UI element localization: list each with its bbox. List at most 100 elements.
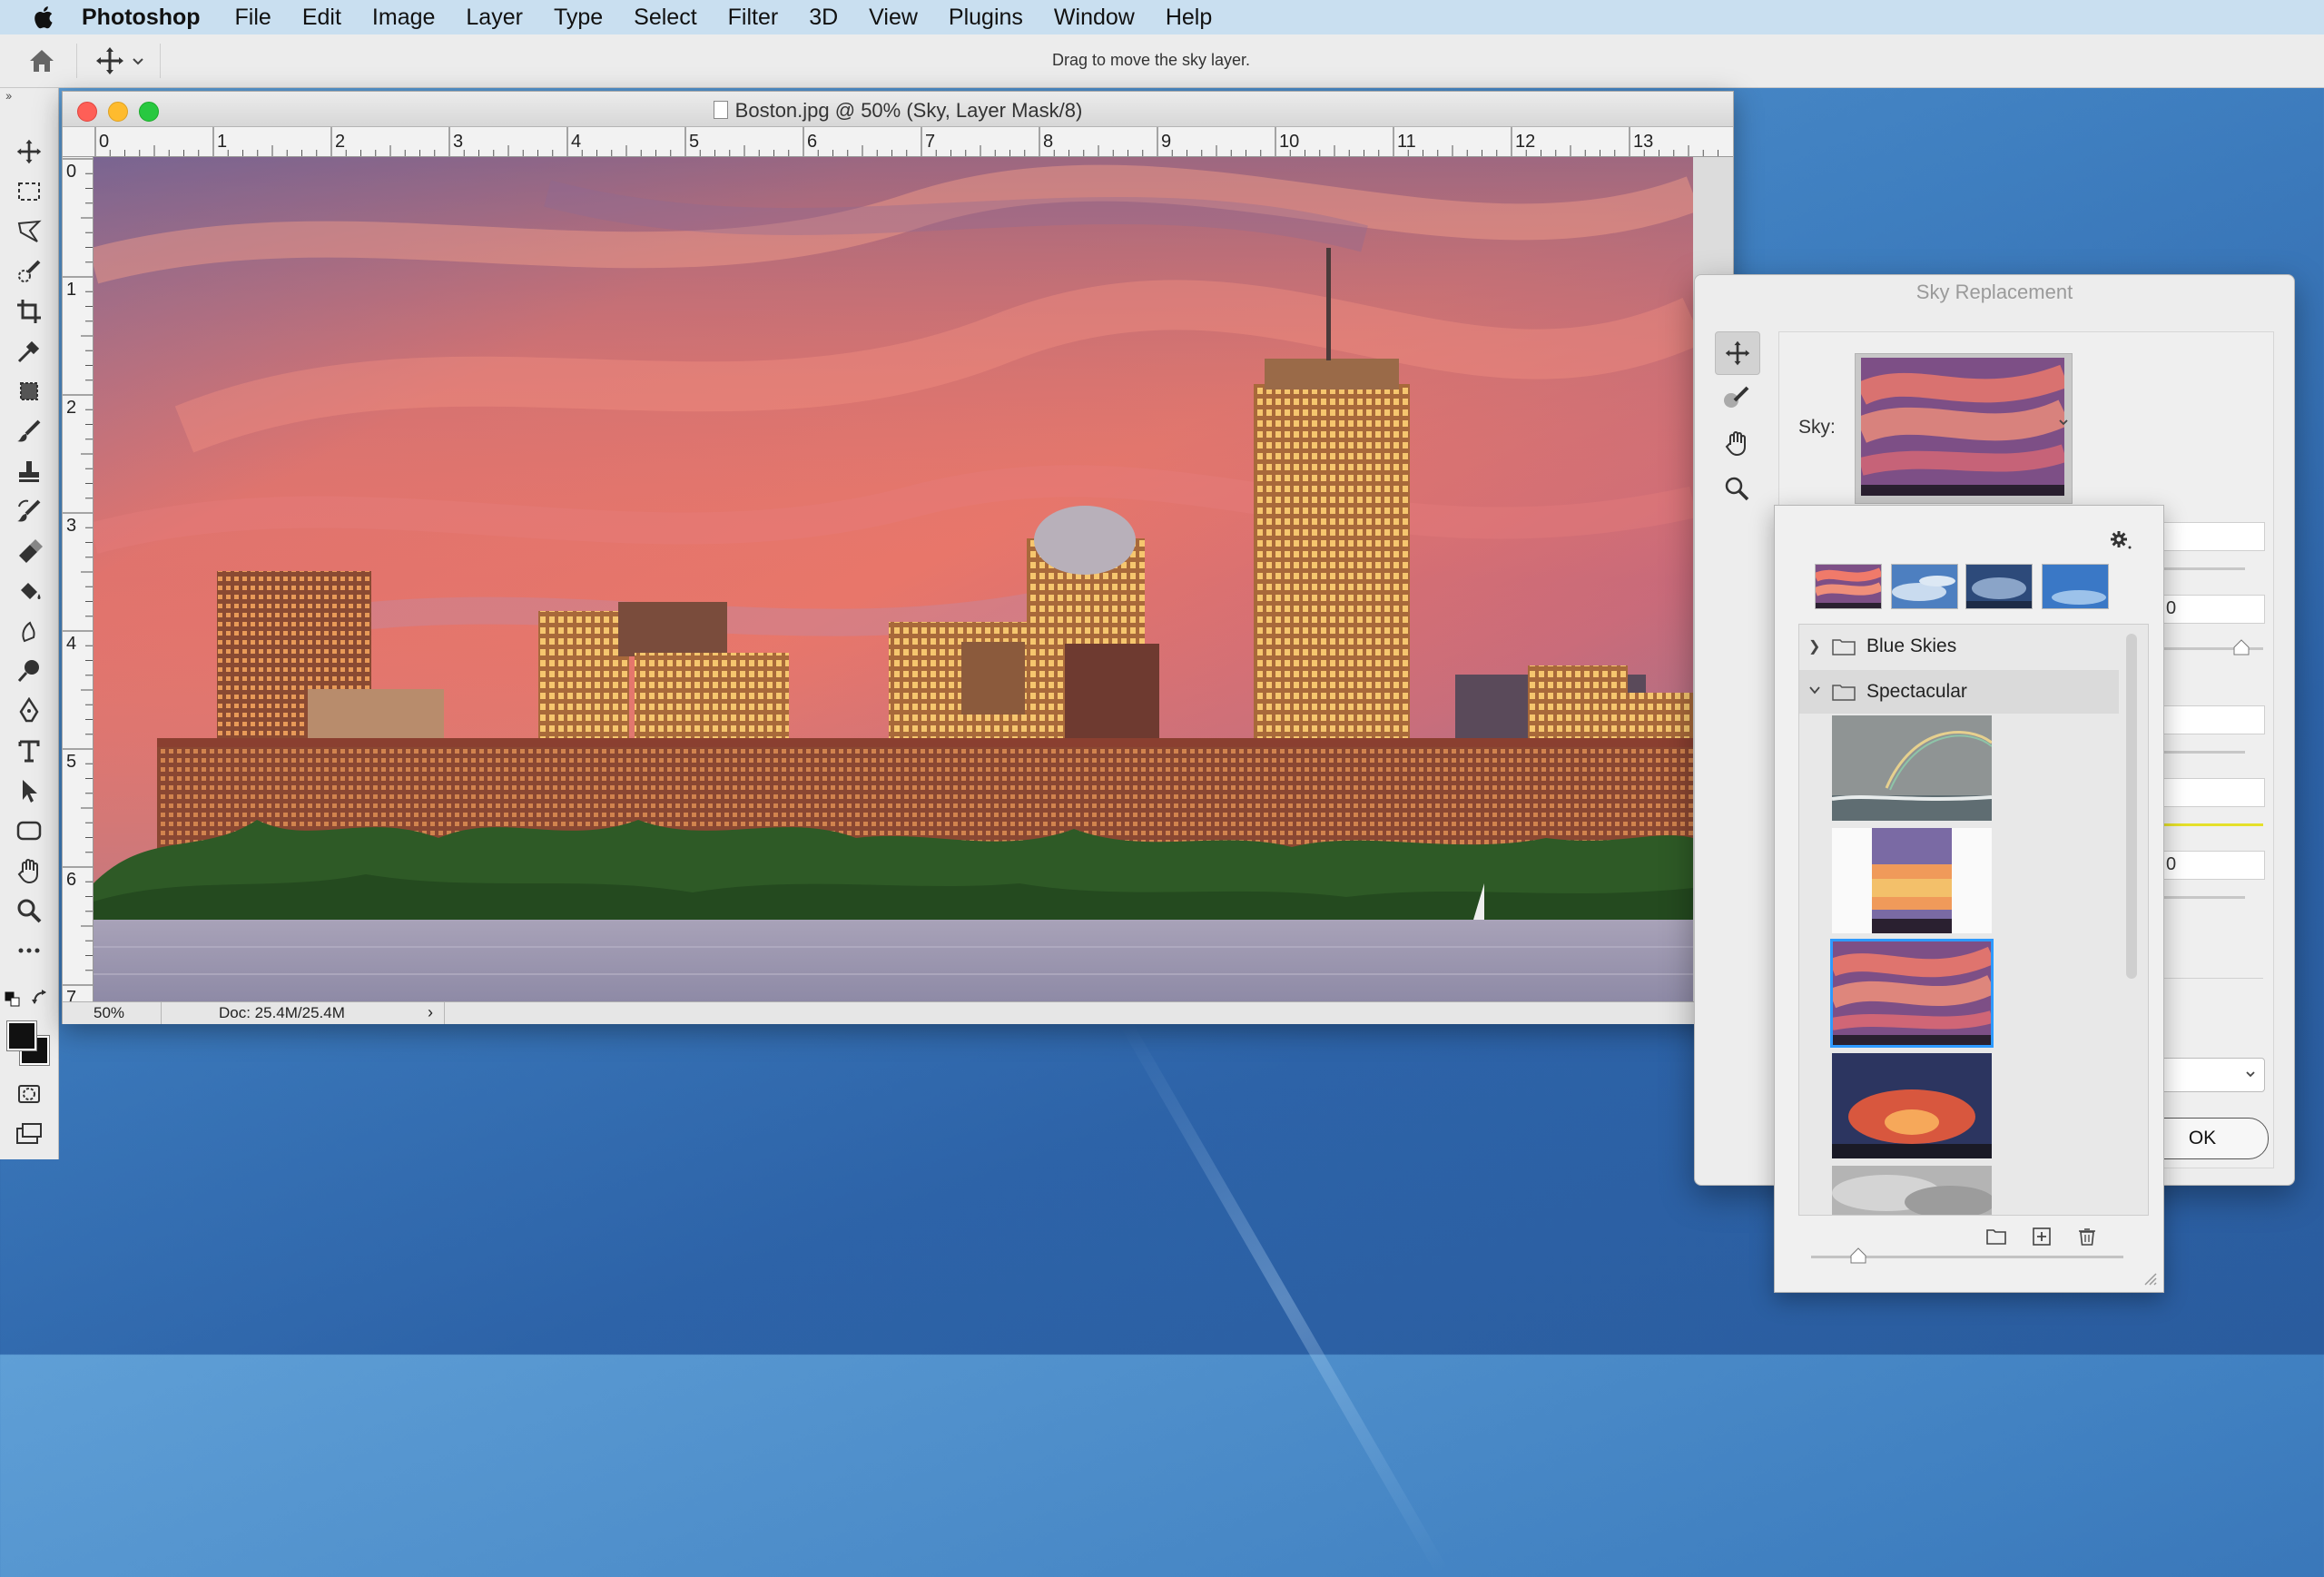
chevron-down-icon[interactable] xyxy=(1808,684,1825,701)
setting-field[interactable]: 0 xyxy=(2163,851,2265,880)
pen-tool-icon[interactable] xyxy=(13,695,45,727)
scrollbar[interactable] xyxy=(2126,634,2137,979)
recent-skies xyxy=(1815,562,2120,611)
sky-move-tool-icon[interactable] xyxy=(1715,331,1760,375)
setting-slider[interactable] xyxy=(2163,567,2245,570)
ruler-label: 3 xyxy=(66,516,76,536)
brush-tool-icon[interactable] xyxy=(13,415,45,448)
type-tool-icon[interactable] xyxy=(13,734,45,767)
default-colors-icon[interactable] xyxy=(4,991,22,1009)
menu-file[interactable]: File xyxy=(235,5,271,31)
menu-help[interactable]: Help xyxy=(1166,5,1212,31)
sky-preset-picker[interactable] xyxy=(1855,353,2073,504)
document-titlebar[interactable]: Boston.jpg @ 50% (Sky, Layer Mask/8) xyxy=(63,92,1733,127)
ruler-vertical[interactable]: 0 1 2 3 4 5 6 7 xyxy=(63,157,94,1001)
status-bar: 50% Doc: 25.4M/25.4M › xyxy=(63,1001,1733,1024)
quick-mask-icon[interactable] xyxy=(13,1078,45,1110)
smudge-tool-icon[interactable] xyxy=(13,615,45,647)
sky-presets-popup: ❯ Blue Skies Spectacular xyxy=(1774,505,2164,1293)
sky-thumb-selected[interactable] xyxy=(1830,939,1994,1048)
menu-app-name[interactable]: Photoshop xyxy=(82,5,201,31)
eyedropper-tool-icon[interactable] xyxy=(13,335,45,368)
recent-sky-thumb[interactable] xyxy=(1965,564,2033,609)
setting-slider[interactable] xyxy=(2163,751,2245,754)
image-canvas[interactable] xyxy=(94,157,1693,1001)
menu-filter[interactable]: Filter xyxy=(728,5,779,31)
menu-view[interactable]: View xyxy=(869,5,918,31)
setting-field[interactable] xyxy=(2163,522,2265,551)
ruler-label: 6 xyxy=(66,870,76,890)
menu-window[interactable]: Window xyxy=(1054,5,1135,31)
path-selection-tool-icon[interactable] xyxy=(13,774,45,807)
sky-thumb-cloudy[interactable] xyxy=(1832,1166,1992,1215)
setting-slider[interactable] xyxy=(2163,823,2263,826)
hand-tool-icon[interactable] xyxy=(13,854,45,887)
field-value: 0 xyxy=(2166,854,2177,874)
divider xyxy=(444,1002,445,1024)
slider-knob-icon[interactable] xyxy=(1849,1247,1867,1265)
foreground-color-swatch[interactable] xyxy=(6,1020,37,1051)
recent-sky-thumb[interactable] xyxy=(1815,564,1882,609)
menu-layer[interactable]: Layer xyxy=(466,5,523,31)
sky-thumb-fiery[interactable] xyxy=(1832,1053,1992,1158)
shape-tool-icon[interactable] xyxy=(13,814,45,847)
menu-type[interactable]: Type xyxy=(554,5,603,31)
lasso-tool-icon[interactable] xyxy=(13,215,45,248)
dodge-tool-icon[interactable] xyxy=(13,655,45,687)
zoom-level[interactable]: 50% xyxy=(94,1004,124,1022)
frame-tool-icon[interactable] xyxy=(13,375,45,408)
sky-preset-list[interactable]: ❯ Blue Skies Spectacular xyxy=(1798,624,2149,1216)
more-tools-icon[interactable] xyxy=(13,934,45,967)
chevron-right-icon[interactable]: ❯ xyxy=(1808,637,1825,655)
apple-icon[interactable] xyxy=(29,4,56,31)
status-menu-arrow[interactable]: › xyxy=(428,1003,433,1022)
menu-3d[interactable]: 3D xyxy=(809,5,838,31)
chevron-down-icon[interactable] xyxy=(2057,416,2070,429)
recent-sky-thumb[interactable] xyxy=(2042,564,2109,609)
thumbnail-size-slider[interactable] xyxy=(1811,1247,2123,1264)
zoom-tool-icon[interactable] xyxy=(13,894,45,927)
ruler-label: 4 xyxy=(571,132,581,152)
ruler-origin[interactable] xyxy=(63,127,94,157)
menu-plugins[interactable]: Plugins xyxy=(949,5,1023,31)
crop-tool-icon[interactable] xyxy=(13,295,45,328)
folder-blue-skies[interactable]: ❯ Blue Skies xyxy=(1799,625,2119,668)
sky-brush-tool-icon[interactable] xyxy=(1715,377,1758,419)
gear-icon[interactable] xyxy=(2109,529,2132,553)
quick-selection-tool-icon[interactable] xyxy=(13,255,45,288)
swap-colors-icon[interactable] xyxy=(31,989,51,1009)
document-window: Boston.jpg @ 50% (Sky, Layer Mask/8) 012… xyxy=(62,91,1734,1024)
add-sky-icon[interactable] xyxy=(2031,1227,2056,1248)
recent-sky-thumb[interactable] xyxy=(1891,564,1958,609)
menu-image[interactable]: Image xyxy=(372,5,435,31)
sky-thumb-sunset-vertical[interactable] xyxy=(1832,828,1992,933)
setting-field[interactable] xyxy=(2163,778,2265,807)
setting-slider[interactable] xyxy=(2163,896,2245,899)
eraser-tool-icon[interactable] xyxy=(13,535,45,567)
zoom-tool-icon[interactable] xyxy=(1715,468,1758,509)
new-folder-icon[interactable] xyxy=(1985,1227,2011,1248)
field-value: 0 xyxy=(2166,598,2177,618)
divider xyxy=(161,1002,162,1024)
paint-bucket-tool-icon[interactable] xyxy=(13,575,45,607)
resize-grip-icon[interactable] xyxy=(2142,1270,2158,1286)
sky-thumb-rainbow[interactable] xyxy=(1832,715,1992,821)
setting-field[interactable]: 0 xyxy=(2163,595,2265,624)
tools-panel: ›› xyxy=(0,88,59,1159)
trash-icon[interactable] xyxy=(2076,1227,2102,1248)
hand-tool-icon[interactable] xyxy=(1715,422,1758,464)
setting-field[interactable] xyxy=(2163,705,2265,734)
folder-spectacular[interactable]: Spectacular xyxy=(1799,670,2119,714)
collapse-icon[interactable]: ›› xyxy=(5,88,12,103)
output-select[interactable] xyxy=(2149,1058,2265,1092)
move-tool-icon[interactable] xyxy=(13,135,45,168)
ruler-horizontal[interactable]: 0 1 2 3 4 5 6 7 8 9 10 11 12 13 xyxy=(94,127,1733,157)
slider-knob-icon[interactable] xyxy=(2232,638,2250,656)
history-brush-tool-icon[interactable] xyxy=(13,495,45,527)
folder-icon xyxy=(1832,637,1856,655)
stamp-tool-icon[interactable] xyxy=(13,455,45,488)
marquee-tool-icon[interactable] xyxy=(13,175,45,208)
menu-select[interactable]: Select xyxy=(634,5,696,31)
screen-mode-icon[interactable] xyxy=(13,1118,45,1150)
menu-edit[interactable]: Edit xyxy=(302,5,341,31)
